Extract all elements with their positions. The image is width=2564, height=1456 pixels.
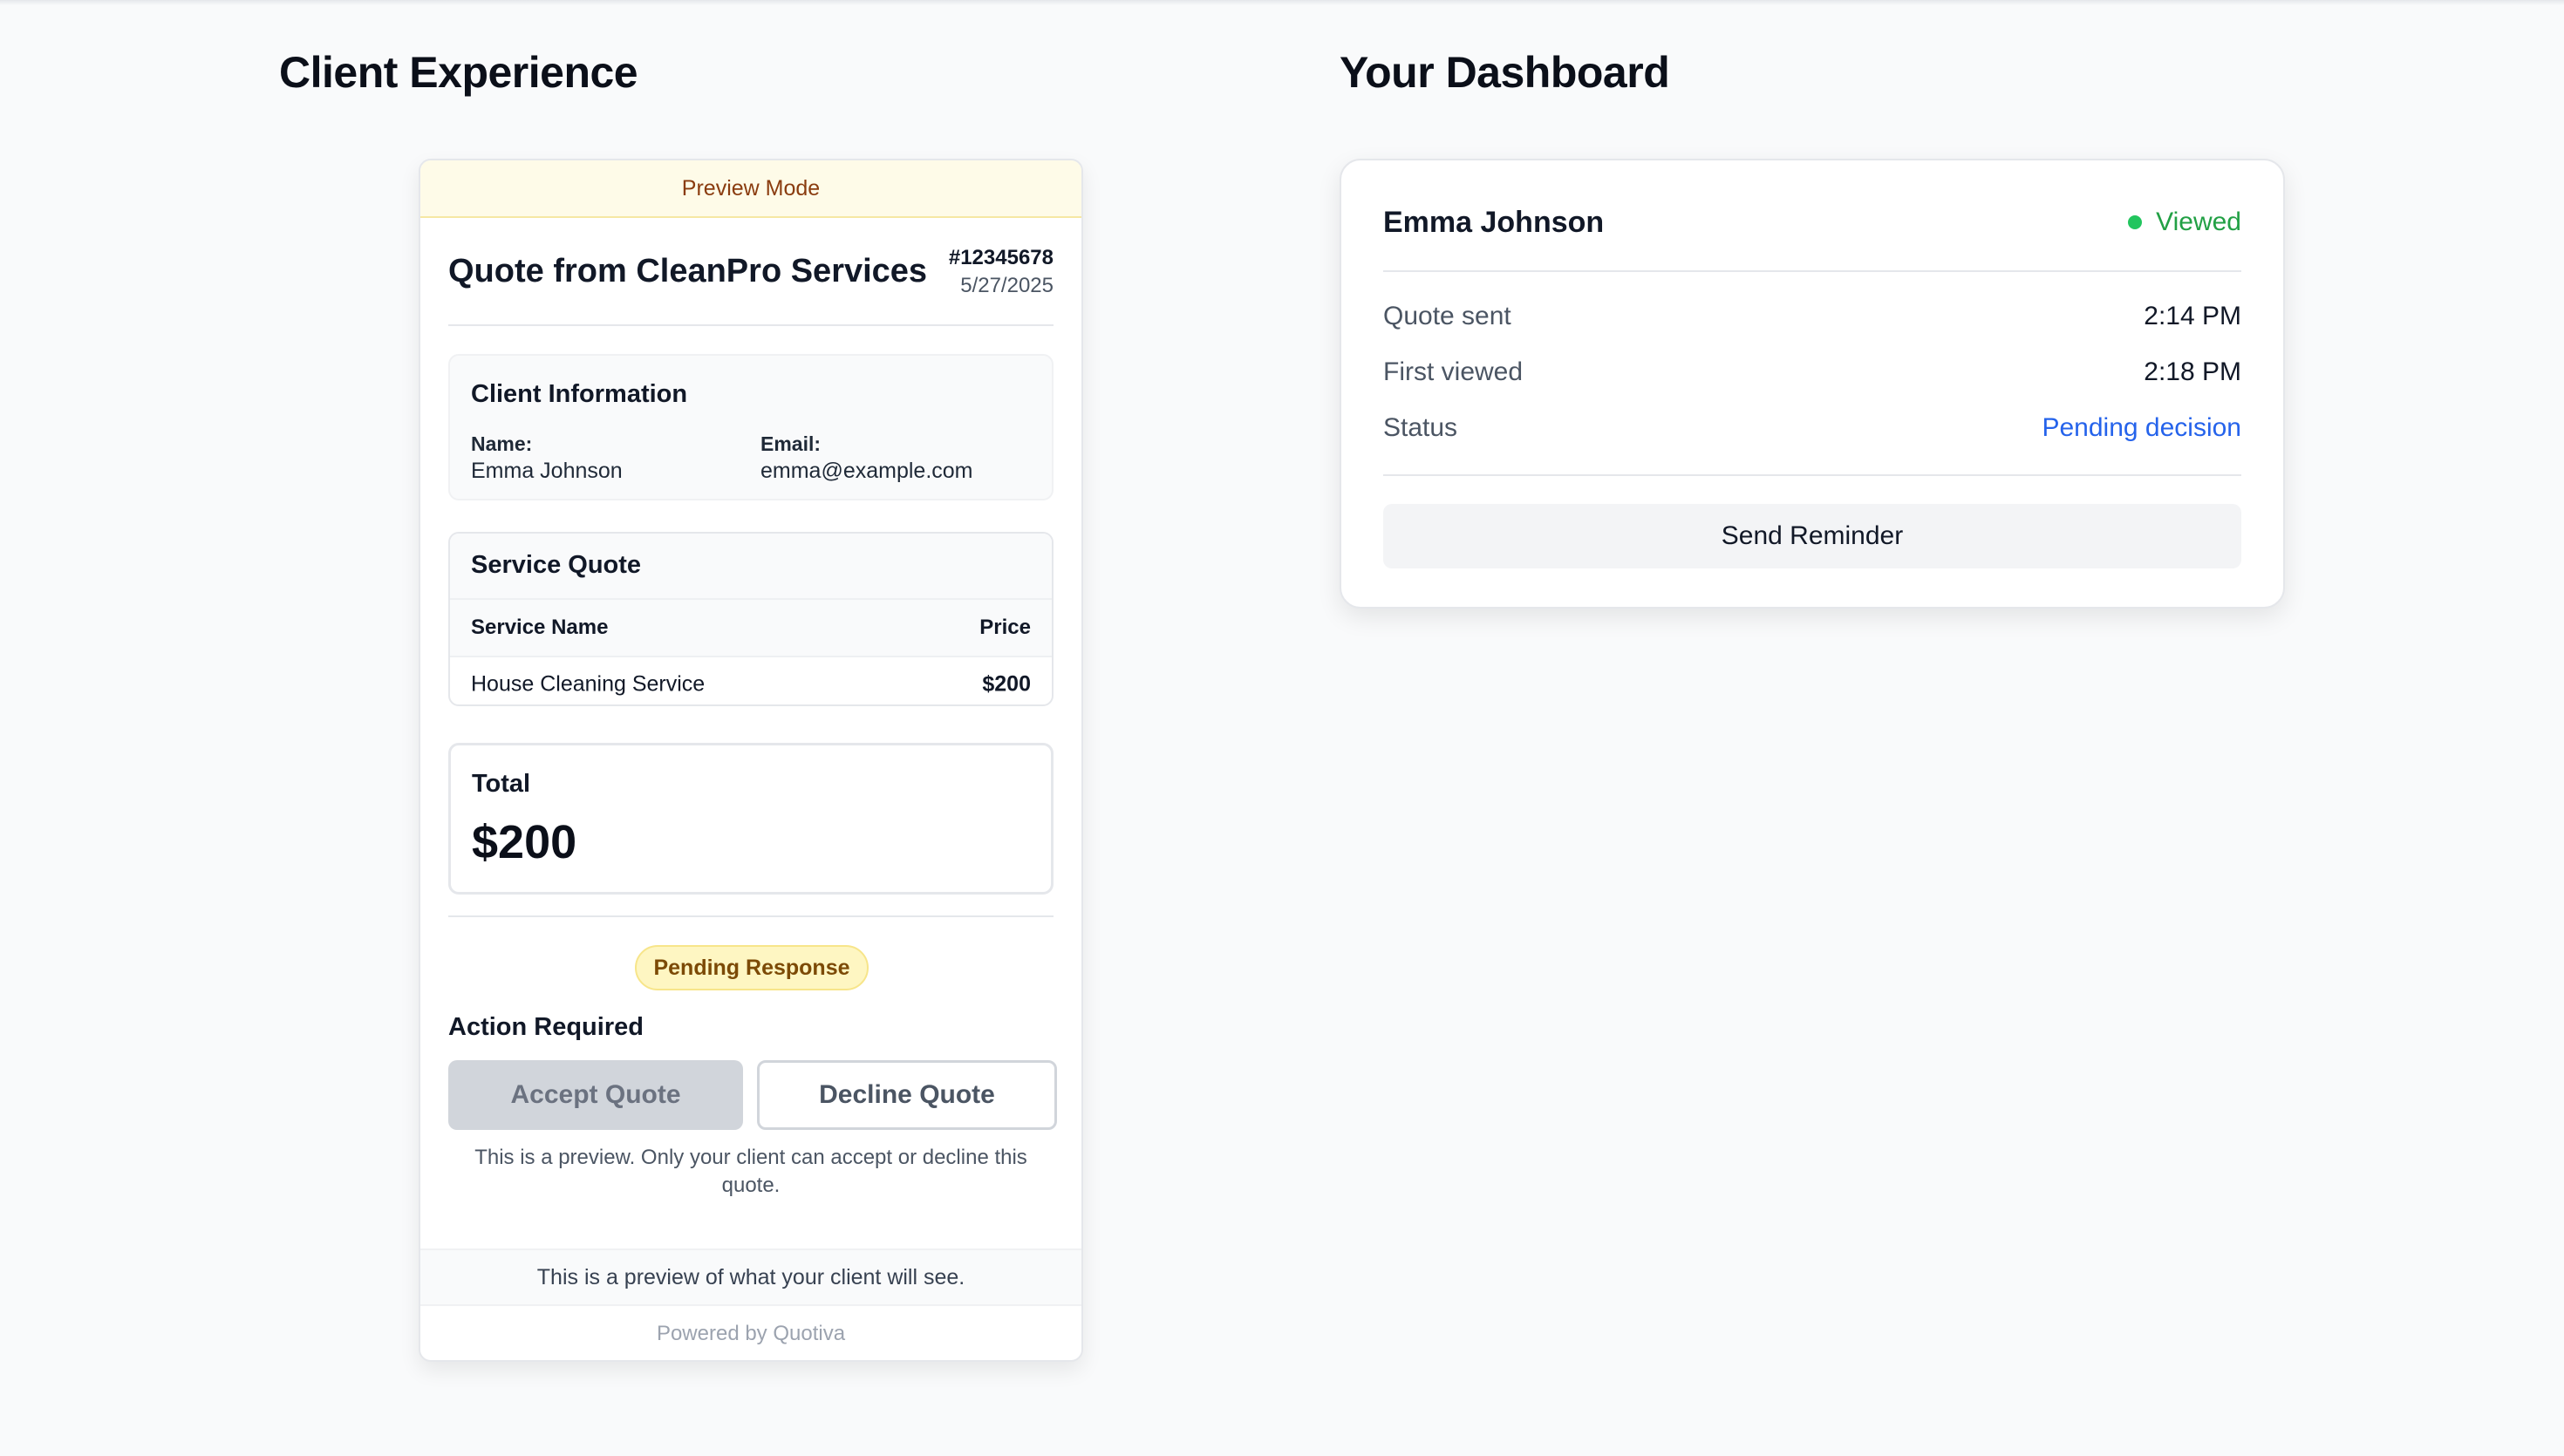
quote-header: Quote from CleanPro Services #12345678 5…: [448, 218, 1054, 326]
total-box: Total $200: [448, 743, 1054, 895]
status-dot-icon: [2128, 215, 2143, 229]
dashboard-divider-bottom: [1383, 474, 2241, 476]
preview-mode-banner: Preview Mode: [420, 160, 1081, 218]
table-header-row: Service Name Price: [450, 600, 1052, 657]
total-label: Total: [472, 770, 531, 798]
quote-title: Quote from CleanPro Services: [448, 253, 928, 289]
dashboard-divider-top: [1383, 270, 2241, 272]
status-row: Status Pending decision: [1383, 413, 2241, 448]
first-viewed-label: First viewed: [1383, 357, 1524, 386]
dashboard-title: Your Dashboard: [1340, 48, 1670, 97]
client-name-label: Name:: [471, 432, 533, 455]
send-reminder-button[interactable]: Send Reminder: [1383, 504, 2241, 568]
client-quote-preview: Preview Mode Quote from CleanPro Service…: [419, 159, 1083, 1362]
viewed-status: Viewed: [2128, 208, 2241, 237]
powered-by: Powered by Quotiva: [656, 1322, 846, 1345]
status-badge: Pending Response: [635, 945, 869, 990]
dashboard-client-name: Emma Johnson: [1383, 206, 1605, 239]
client-name-value: Emma Johnson: [471, 459, 623, 483]
quote-sent-row: Quote sent 2:14 PM: [1383, 302, 2241, 337]
decline-quote-button[interactable]: Decline Quote: [757, 1060, 1057, 1130]
column-service-name: Service Name: [471, 616, 609, 639]
dashboard-quote-card: Emma Johnson Viewed Quote sent 2:14 PM F…: [1340, 159, 2285, 609]
column-price: Price: [979, 616, 1031, 639]
client-email-value: emma@example.com: [760, 459, 973, 483]
first-viewed-time: 2:18 PM: [2144, 357, 2241, 386]
service-quote-header: Service Quote: [450, 534, 1052, 600]
service-quote-heading: Service Quote: [471, 551, 642, 579]
accept-quote-button[interactable]: Accept Quote: [448, 1060, 743, 1130]
top-edge-shadow: [0, 0, 2564, 5]
quote-date: 5/27/2025: [960, 274, 1054, 297]
action-required-heading: Action Required: [448, 1013, 644, 1041]
client-preview-footer: This is a preview of what your client wi…: [420, 1248, 1081, 1306]
total-value: $200: [472, 816, 577, 868]
service-price-cell: $200: [982, 671, 1031, 697]
quote-number: #12345678: [948, 246, 1054, 269]
client-email-label: Email:: [760, 432, 822, 455]
section-divider: [448, 915, 1054, 917]
status-label: Status: [1383, 413, 1458, 442]
viewed-label: Viewed: [2156, 208, 2241, 236]
client-information-heading: Client Information: [471, 380, 688, 408]
status-value: Pending decision: [2042, 413, 2241, 442]
quote-sent-label: Quote sent: [1383, 302, 1511, 330]
service-name-cell: House Cleaning Service: [471, 671, 706, 697]
quote-sent-time: 2:14 PM: [2144, 302, 2241, 330]
client-information-box: Client Information Name: Emma Johnson Em…: [448, 354, 1054, 500]
preview-disclaimer: This is a preview. Only your client can …: [474, 1146, 1027, 1197]
table-row: House Cleaning Service $200: [450, 657, 1052, 704]
client-experience-title: Client Experience: [279, 48, 638, 97]
first-viewed-row: First viewed 2:18 PM: [1383, 357, 2241, 392]
service-quote-table: Service Quote Service Name Price House C…: [448, 532, 1054, 706]
